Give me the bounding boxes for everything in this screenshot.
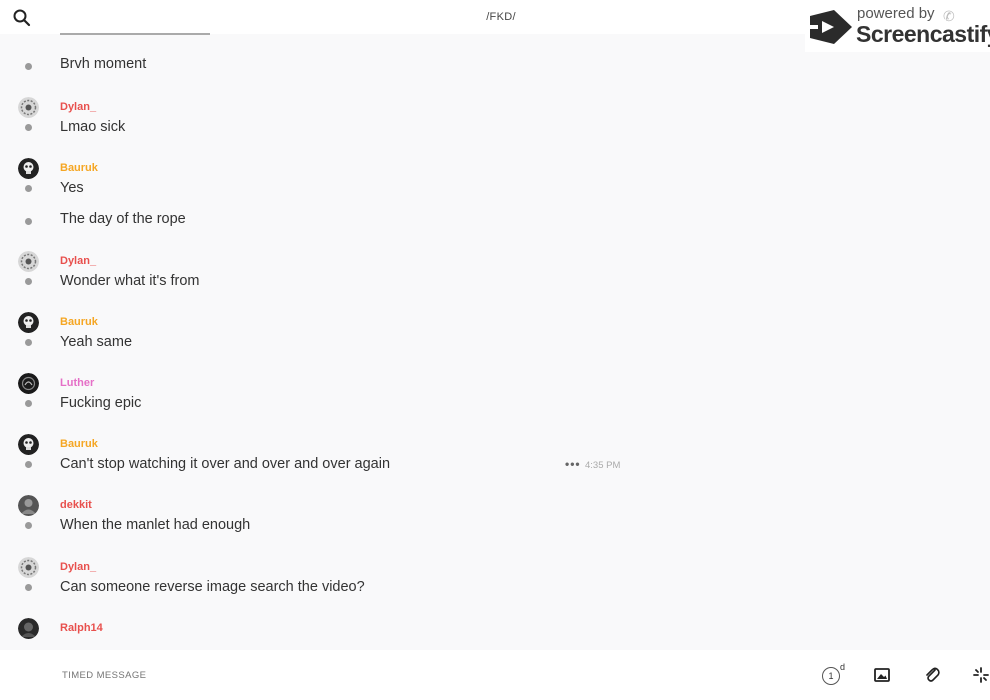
watermark-powered-text: powered by xyxy=(857,5,935,22)
message-bullet xyxy=(25,339,32,346)
timer-button[interactable]: 1 d xyxy=(822,662,846,687)
message-text: Lmao sick xyxy=(60,119,126,135)
message-author[interactable]: Ralph14 xyxy=(60,622,103,634)
message-text: Yeah same xyxy=(60,334,133,350)
message-author[interactable]: Dylan_ xyxy=(60,101,96,113)
composer-bar: 1 d xyxy=(0,650,990,700)
message-text: The day of the rope xyxy=(60,211,186,227)
message-author[interactable]: Luther xyxy=(60,377,94,389)
message-text: Brvh moment xyxy=(60,56,147,72)
avatar[interactable] xyxy=(18,618,39,639)
avatar[interactable] xyxy=(18,373,39,394)
message-bullet xyxy=(25,461,32,468)
timer-value: 1 xyxy=(822,667,840,685)
message-timestamp: 4:35 PM xyxy=(585,460,621,471)
message-author[interactable]: Bauruk xyxy=(60,162,98,174)
message-author[interactable]: dekkit xyxy=(60,499,92,511)
message-author[interactable]: Dylan_ xyxy=(60,561,96,573)
message-bullet xyxy=(25,218,32,225)
message-more-button[interactable]: ••• xyxy=(565,457,581,471)
message-bullet xyxy=(25,185,32,192)
avatar[interactable] xyxy=(18,434,39,455)
phone-icon[interactable]: ✆ xyxy=(943,8,955,25)
avatar[interactable] xyxy=(18,97,39,118)
message-text: Can't stop watching it over and over and… xyxy=(60,456,391,472)
message-text: Yes xyxy=(60,180,84,196)
avatar[interactable] xyxy=(18,312,39,333)
paperclip-icon[interactable] xyxy=(923,666,941,684)
message-bullet xyxy=(25,124,32,131)
message-text: Fucking epic xyxy=(60,395,142,411)
avatar[interactable] xyxy=(18,158,39,179)
message-bullet xyxy=(25,278,32,285)
message-text: Can someone reverse image search the vid… xyxy=(60,579,365,595)
message-bullet xyxy=(25,63,32,70)
sparkle-icon[interactable] xyxy=(972,666,990,684)
message-list[interactable]: Brvh moment Dylan_ Lmao sick Bauruk Yes … xyxy=(0,34,990,650)
avatar[interactable] xyxy=(18,557,39,578)
message-text: When the manlet had enough xyxy=(60,517,251,533)
message-author[interactable]: Bauruk xyxy=(60,316,98,328)
message-bullet xyxy=(25,584,32,591)
message-author[interactable]: Bauruk xyxy=(60,438,98,450)
image-icon[interactable] xyxy=(873,666,891,684)
message-author[interactable]: Dylan_ xyxy=(60,255,96,267)
avatar[interactable] xyxy=(18,251,39,272)
avatar[interactable] xyxy=(18,495,39,516)
message-bullet xyxy=(25,400,32,407)
message-input[interactable] xyxy=(60,666,564,686)
message-text: Wonder what it's from xyxy=(60,273,200,289)
message-bullet xyxy=(25,522,32,529)
timer-unit: d xyxy=(840,662,846,672)
